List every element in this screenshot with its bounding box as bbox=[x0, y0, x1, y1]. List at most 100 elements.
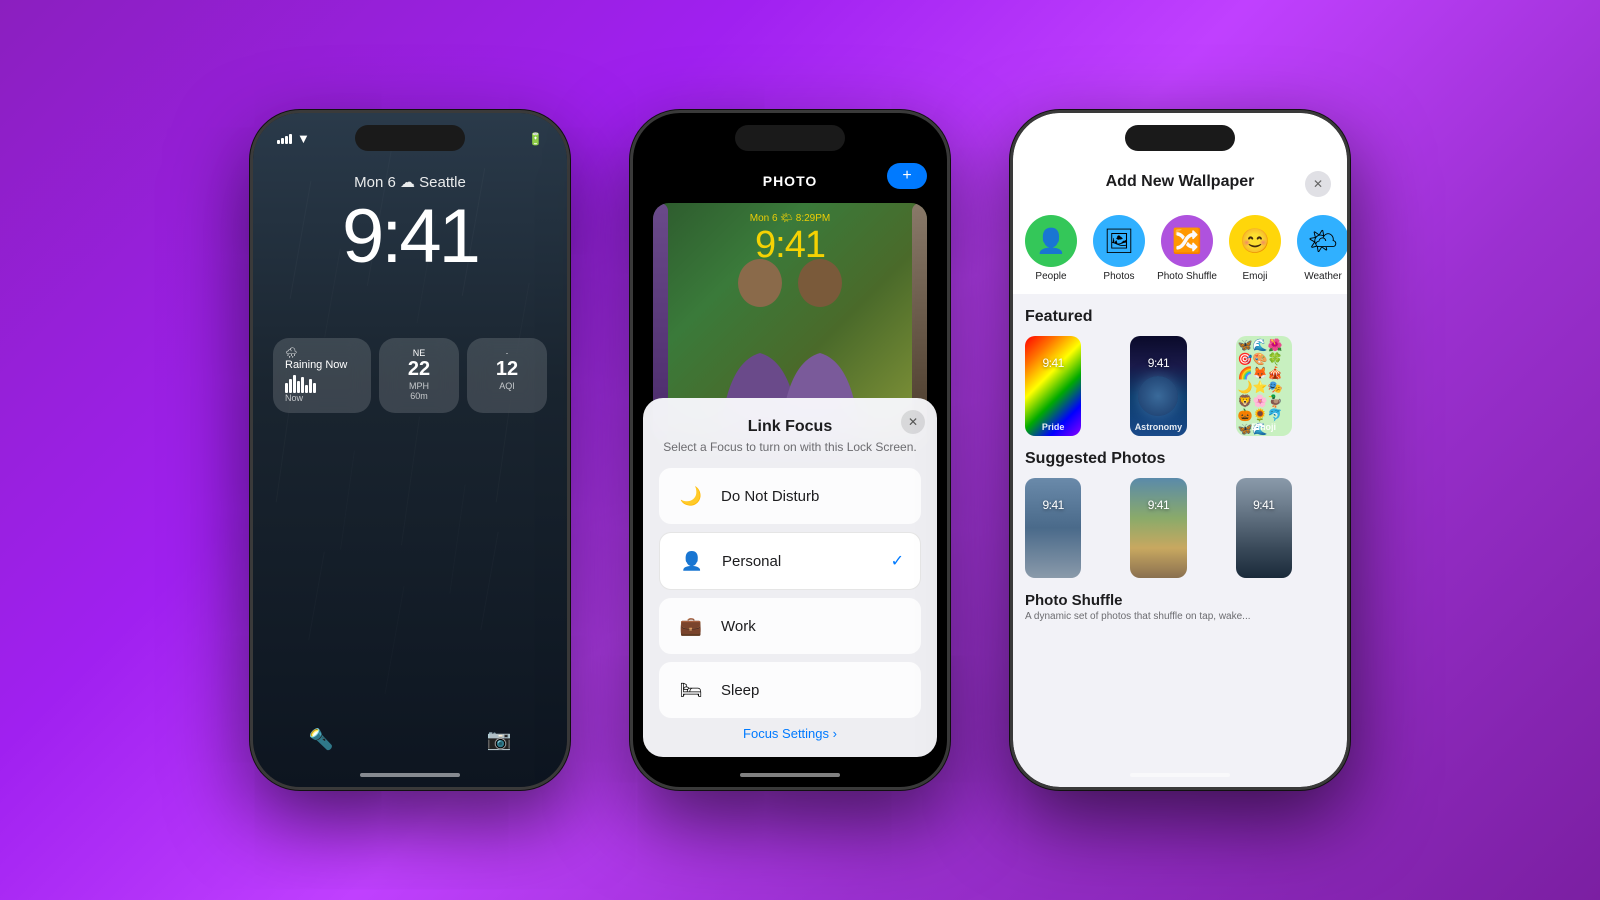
emoji-type-label: Emoji bbox=[1242, 271, 1267, 282]
emoji-thumb-label: Emoji bbox=[1236, 422, 1292, 432]
wallpaper-thumb-bridge[interactable]: 9:41 bbox=[1025, 478, 1081, 578]
weather-icon: 🌧 bbox=[285, 348, 359, 359]
signal-indicator: ▼ bbox=[277, 131, 310, 146]
focus-item-work[interactable]: 💼 Work bbox=[659, 598, 921, 654]
photo-clock-text: 9:41 bbox=[653, 224, 927, 267]
photos-icon: 🖼 bbox=[1104, 227, 1134, 256]
camera-icon[interactable]: 📷 bbox=[481, 721, 517, 757]
wb5 bbox=[301, 377, 304, 393]
photo-shuffle-section-title: Photo Shuffle bbox=[1025, 592, 1335, 609]
focus-item-sleep[interactable]: 🛏 Sleep bbox=[659, 662, 921, 718]
bridge-time-overlay: 9:41 bbox=[1025, 498, 1081, 512]
emoji-icon: 😊 bbox=[1240, 227, 1270, 256]
pride-time-overlay: 9:41 bbox=[1025, 356, 1081, 370]
phone1-widgets: 🌧 Raining Now Now NE bbox=[273, 338, 547, 413]
photos-icon-circle: 🖼 bbox=[1093, 215, 1145, 267]
photos-type-label: Photos bbox=[1103, 271, 1134, 282]
weather-icon-circle: 🌤 bbox=[1297, 215, 1347, 267]
photo-shuffle-type-label: Photo Shuffle bbox=[1157, 271, 1217, 282]
wb7 bbox=[309, 379, 312, 393]
type-emoji[interactable]: 😊 Emoji bbox=[1225, 215, 1285, 282]
wallpaper-thumb-desert[interactable]: 9:41 bbox=[1130, 478, 1186, 578]
do-not-disturb-label: Do Not Disturb bbox=[721, 488, 905, 505]
phone1-notch bbox=[355, 125, 465, 151]
weather-label: Raining Now bbox=[285, 359, 359, 371]
people-icon: 👤 bbox=[1036, 227, 1066, 256]
phone3-notch bbox=[1125, 125, 1235, 151]
focus-item-do-not-disturb[interactable]: 🌙 Do Not Disturb bbox=[659, 468, 921, 524]
flashlight-icon[interactable]: 🔦 bbox=[303, 721, 339, 757]
wind-direction: NE bbox=[391, 348, 447, 358]
aqi-value: 12 bbox=[479, 358, 535, 381]
wb6 bbox=[305, 385, 308, 393]
photo-shuffle-section-desc: A dynamic set of photos that shuffle on … bbox=[1025, 611, 1335, 622]
wallpaper-content: Featured 9:41 Pride 9:41 Astronomy 🦋🌊🌺🎯 bbox=[1013, 294, 1347, 787]
personal-icon: 👤 bbox=[676, 545, 708, 577]
aqi-dot: · bbox=[479, 348, 535, 358]
type-photos[interactable]: 🖼 Photos bbox=[1089, 215, 1149, 282]
phone1-time: 9:41 bbox=[253, 193, 567, 280]
phone1-screen: ▼ 🔋 Mon 6 ☁ Seattle 9:41 🌧 Raining Now bbox=[253, 113, 567, 787]
type-people[interactable]: 👤 People bbox=[1021, 215, 1081, 282]
link-focus-subtitle: Select a Focus to turn on with this Lock… bbox=[659, 440, 921, 454]
photo-shuffle-icon: 🔀 bbox=[1172, 227, 1202, 256]
bar1 bbox=[277, 140, 280, 144]
weather-sub: Now bbox=[285, 393, 359, 403]
aqi-label: AQI bbox=[479, 381, 535, 391]
focus-item-personal[interactable]: 👤 Personal ✓ bbox=[659, 532, 921, 590]
bar2 bbox=[281, 138, 284, 144]
link-focus-close[interactable]: ✕ bbox=[901, 410, 925, 434]
phone2-add-button[interactable]: + bbox=[887, 163, 927, 189]
work-label: Work bbox=[721, 618, 905, 635]
wind-value: 22 bbox=[391, 358, 447, 381]
astronomy-time-overlay: 9:41 bbox=[1130, 356, 1186, 370]
sleep-icon: 🛏 bbox=[675, 674, 707, 706]
wallpaper-title: Add New Wallpaper bbox=[1106, 173, 1255, 191]
suggested-grid: 9:41 9:41 9:41 bbox=[1025, 478, 1335, 578]
wb3 bbox=[293, 375, 296, 393]
signal-bars bbox=[277, 134, 292, 144]
phone1-date: Mon 6 ☁ Seattle bbox=[253, 173, 567, 191]
personal-checkmark: ✓ bbox=[891, 551, 904, 571]
astronomy-label: Astronomy bbox=[1130, 422, 1186, 432]
work-icon: 💼 bbox=[675, 610, 707, 642]
people-icon-circle: 👤 bbox=[1025, 215, 1077, 267]
phone2-screen: PHOTO + bbox=[633, 113, 947, 787]
type-weather[interactable]: 🌤 Weather bbox=[1293, 215, 1347, 282]
phone2-home-indicator bbox=[740, 773, 840, 777]
wallpaper-close-button[interactable]: ✕ bbox=[1305, 171, 1331, 197]
pride-label: Pride bbox=[1025, 422, 1081, 432]
wallpaper-thumb-astronomy[interactable]: 9:41 Astronomy bbox=[1130, 336, 1186, 436]
battery-icon: 🔋 bbox=[528, 132, 543, 146]
weather-widget: 🌧 Raining Now Now bbox=[273, 338, 371, 413]
wallpaper-types-row: 👤 People 🖼 Photos 🔀 Photo Shuffle bbox=[1013, 203, 1347, 294]
do-not-disturb-icon: 🌙 bbox=[675, 480, 707, 512]
wb4 bbox=[297, 381, 300, 393]
phone-3: Add New Wallpaper ✕ 👤 People 🖼 Photos bbox=[1010, 110, 1350, 790]
wind-sub: 60m bbox=[391, 391, 447, 401]
link-focus-title: Link Focus bbox=[659, 418, 921, 436]
wallpaper-thumb-pride[interactable]: 9:41 Pride bbox=[1025, 336, 1081, 436]
type-photo-shuffle[interactable]: 🔀 Photo Shuffle bbox=[1157, 215, 1217, 282]
emoji-icon-circle: 😊 bbox=[1229, 215, 1281, 267]
wb2 bbox=[289, 379, 292, 393]
wifi-icon: ▼ bbox=[297, 131, 310, 146]
photo-date-text: Mon 6 🌤 8:29PM bbox=[653, 213, 927, 224]
wallpaper-thumb-emoji[interactable]: 🦋🌊🌺🎯🎨🍀🌈🦊🎪🌙⭐🎭🦁🌸🦆🎃🌻🐬🦋🌊 Emoji bbox=[1236, 336, 1292, 436]
focus-settings-link[interactable]: Focus Settings › bbox=[659, 726, 921, 741]
phone3-home-indicator bbox=[1130, 773, 1230, 777]
weather-type-label: Weather bbox=[1304, 271, 1342, 282]
weather-bars bbox=[285, 375, 359, 393]
phone3-screen: Add New Wallpaper ✕ 👤 People 🖼 Photos bbox=[1013, 113, 1347, 787]
people-type-label: People bbox=[1035, 271, 1066, 282]
wb1 bbox=[285, 383, 288, 393]
weather-type-icon: 🌤 bbox=[1308, 227, 1338, 256]
wallpaper-thumb-city[interactable]: 9:41 bbox=[1236, 478, 1292, 578]
wb8 bbox=[313, 383, 316, 393]
aqi-widget: · 12 AQI bbox=[467, 338, 547, 413]
photo-shuffle-section: Photo Shuffle A dynamic set of photos th… bbox=[1025, 592, 1335, 632]
phone-1: ▼ 🔋 Mon 6 ☁ Seattle 9:41 🌧 Raining Now bbox=[250, 110, 570, 790]
photo-time-overlay: Mon 6 🌤 8:29PM 9:41 bbox=[653, 213, 927, 267]
bar4 bbox=[289, 134, 292, 144]
photo-shuffle-icon-circle: 🔀 bbox=[1161, 215, 1213, 267]
